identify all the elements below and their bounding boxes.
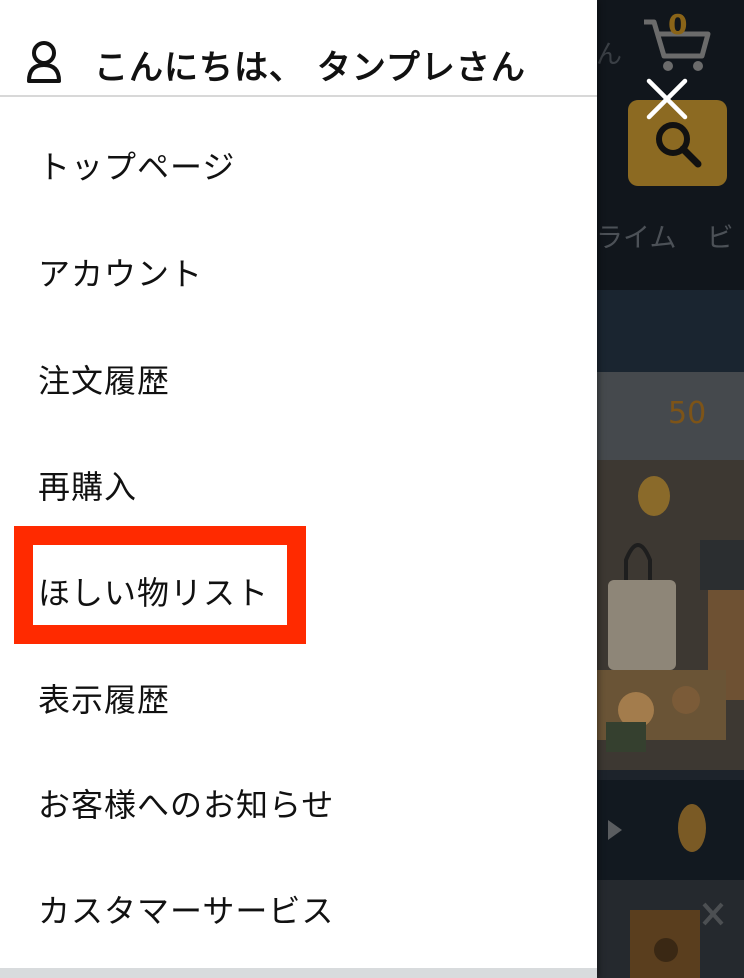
greeting-text: こんにちは、 タンプレさん [94, 48, 526, 88]
close-icon[interactable] [646, 78, 688, 120]
cart-count-badge: 0 [668, 8, 688, 41]
menu-item-browsing-history[interactable]: 表示履歴 [38, 675, 170, 721]
user-icon[interactable] [26, 40, 62, 84]
promo-illustration [596, 460, 744, 770]
menu-item-customer-service[interactable]: カスタマーサービス [38, 886, 334, 932]
background-greeting-fragment: ん [596, 40, 623, 70]
menu-item-order-history[interactable]: 注文履歴 [38, 356, 170, 402]
menu-item-account[interactable]: アカウント [38, 249, 203, 295]
drawer-header: こんにちは、 タンプレさん [0, 0, 597, 97]
background-coupon-area [596, 880, 744, 978]
navigation-drawer: こんにちは、 タンプレさん トップページ アカウント 注文履歴 再購入 ほしい物… [0, 0, 597, 978]
menu-item-buy-again[interactable]: 再購入 [38, 462, 137, 508]
search-icon [656, 122, 702, 168]
nav-tab-prime[interactable]: ライム [596, 223, 676, 254]
nav-tab-business[interactable]: ビ [706, 223, 733, 254]
drawer-bottom-divider [0, 968, 597, 978]
background-price-fragment: 50 [668, 396, 707, 431]
promo-banner-image[interactable] [596, 460, 744, 770]
menu-item-top-page[interactable]: トップページ [38, 142, 235, 188]
highlight-annotation-box [14, 526, 306, 644]
menu-item-notifications[interactable]: お客様へのお知らせ [38, 780, 334, 826]
background-coin-strip [596, 780, 744, 880]
background-delivery-bar [596, 290, 744, 372]
background-nav-tabs: ライムビ [596, 216, 744, 255]
